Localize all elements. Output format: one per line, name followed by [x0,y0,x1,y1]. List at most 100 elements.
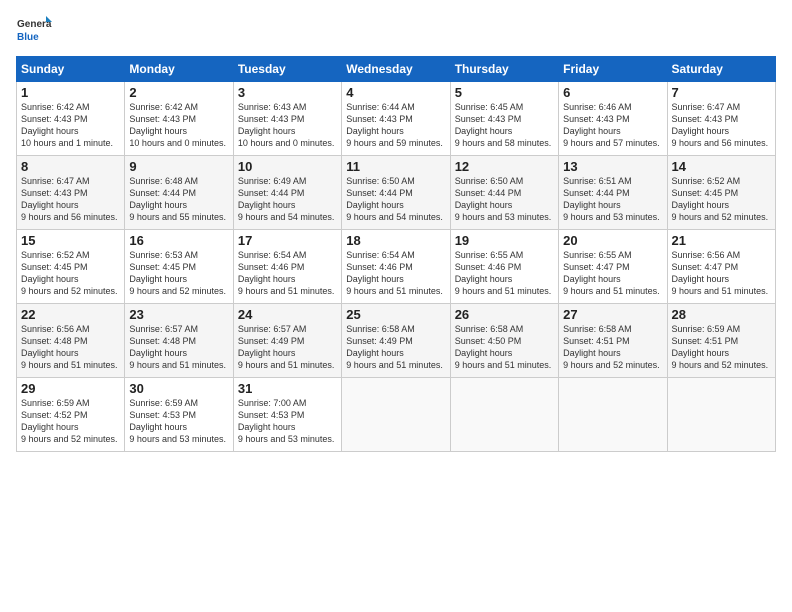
day-cell-5: 5 Sunrise: 6:45 AMSunset: 4:43 PMDayligh… [450,82,558,156]
day-cell-6: 6 Sunrise: 6:46 AMSunset: 4:43 PMDayligh… [559,82,667,156]
day-number: 23 [129,307,228,322]
day-cell-15: 15 Sunrise: 6:52 AMSunset: 4:45 PMDaylig… [17,230,125,304]
day-number: 26 [455,307,554,322]
cell-details: Sunrise: 6:50 AMSunset: 4:44 PMDaylight … [455,176,552,222]
cell-details: Sunrise: 6:46 AMSunset: 4:43 PMDaylight … [563,102,660,148]
day-cell-27: 27 Sunrise: 6:58 AMSunset: 4:51 PMDaylig… [559,304,667,378]
day-cell-10: 10 Sunrise: 6:49 AMSunset: 4:44 PMDaylig… [233,156,341,230]
day-number: 5 [455,85,554,100]
day-cell-24: 24 Sunrise: 6:57 AMSunset: 4:49 PMDaylig… [233,304,341,378]
calendar-page: General Blue SundayMondayTuesdayWednesda… [0,0,792,612]
day-cell-30: 30 Sunrise: 6:59 AMSunset: 4:53 PMDaylig… [125,378,233,452]
calendar-table: SundayMondayTuesdayWednesdayThursdayFrid… [16,56,776,452]
day-number: 9 [129,159,228,174]
day-header-monday: Monday [125,57,233,82]
day-cell-25: 25 Sunrise: 6:58 AMSunset: 4:49 PMDaylig… [342,304,450,378]
day-number: 13 [563,159,662,174]
day-cell-23: 23 Sunrise: 6:57 AMSunset: 4:48 PMDaylig… [125,304,233,378]
day-number: 22 [21,307,120,322]
day-cell-14: 14 Sunrise: 6:52 AMSunset: 4:45 PMDaylig… [667,156,775,230]
week-row-5: 29 Sunrise: 6:59 AMSunset: 4:52 PMDaylig… [17,378,776,452]
day-number: 14 [672,159,771,174]
day-cell-7: 7 Sunrise: 6:47 AMSunset: 4:43 PMDayligh… [667,82,775,156]
cell-details: Sunrise: 6:45 AMSunset: 4:43 PMDaylight … [455,102,552,148]
day-number: 1 [21,85,120,100]
header-row: SundayMondayTuesdayWednesdayThursdayFrid… [17,57,776,82]
day-number: 21 [672,233,771,248]
empty-cell [559,378,667,452]
day-cell-17: 17 Sunrise: 6:54 AMSunset: 4:46 PMDaylig… [233,230,341,304]
day-cell-22: 22 Sunrise: 6:56 AMSunset: 4:48 PMDaylig… [17,304,125,378]
svg-text:Blue: Blue [17,32,39,43]
day-cell-18: 18 Sunrise: 6:54 AMSunset: 4:46 PMDaylig… [342,230,450,304]
day-header-friday: Friday [559,57,667,82]
day-cell-28: 28 Sunrise: 6:59 AMSunset: 4:51 PMDaylig… [667,304,775,378]
week-row-4: 22 Sunrise: 6:56 AMSunset: 4:48 PMDaylig… [17,304,776,378]
empty-cell [667,378,775,452]
day-number: 25 [346,307,445,322]
day-number: 7 [672,85,771,100]
empty-cell [342,378,450,452]
cell-details: Sunrise: 6:54 AMSunset: 4:46 PMDaylight … [346,250,443,296]
day-number: 19 [455,233,554,248]
cell-details: Sunrise: 6:51 AMSunset: 4:44 PMDaylight … [563,176,660,222]
cell-details: Sunrise: 6:59 AMSunset: 4:51 PMDaylight … [672,324,769,370]
cell-details: Sunrise: 6:52 AMSunset: 4:45 PMDaylight … [672,176,769,222]
cell-details: Sunrise: 6:56 AMSunset: 4:48 PMDaylight … [21,324,118,370]
day-number: 3 [238,85,337,100]
day-cell-29: 29 Sunrise: 6:59 AMSunset: 4:52 PMDaylig… [17,378,125,452]
day-header-saturday: Saturday [667,57,775,82]
day-cell-20: 20 Sunrise: 6:55 AMSunset: 4:47 PMDaylig… [559,230,667,304]
week-row-1: 1 Sunrise: 6:42 AMSunset: 4:43 PMDayligh… [17,82,776,156]
cell-details: Sunrise: 6:57 AMSunset: 4:49 PMDaylight … [238,324,335,370]
header: General Blue [16,12,776,48]
day-number: 15 [21,233,120,248]
cell-details: Sunrise: 6:42 AMSunset: 4:43 PMDaylight … [129,102,226,148]
day-cell-16: 16 Sunrise: 6:53 AMSunset: 4:45 PMDaylig… [125,230,233,304]
cell-details: Sunrise: 6:50 AMSunset: 4:44 PMDaylight … [346,176,443,222]
cell-details: Sunrise: 6:55 AMSunset: 4:47 PMDaylight … [563,250,660,296]
day-number: 8 [21,159,120,174]
day-number: 16 [129,233,228,248]
week-row-3: 15 Sunrise: 6:52 AMSunset: 4:45 PMDaylig… [17,230,776,304]
cell-details: Sunrise: 6:59 AMSunset: 4:53 PMDaylight … [129,398,226,444]
cell-details: Sunrise: 6:54 AMSunset: 4:46 PMDaylight … [238,250,335,296]
cell-details: Sunrise: 6:47 AMSunset: 4:43 PMDaylight … [672,102,769,148]
cell-details: Sunrise: 6:56 AMSunset: 4:47 PMDaylight … [672,250,769,296]
cell-details: Sunrise: 6:43 AMSunset: 4:43 PMDaylight … [238,102,335,148]
day-number: 4 [346,85,445,100]
cell-details: Sunrise: 6:52 AMSunset: 4:45 PMDaylight … [21,250,118,296]
cell-details: Sunrise: 6:44 AMSunset: 4:43 PMDaylight … [346,102,443,148]
day-cell-8: 8 Sunrise: 6:47 AMSunset: 4:43 PMDayligh… [17,156,125,230]
day-number: 10 [238,159,337,174]
cell-details: Sunrise: 6:58 AMSunset: 4:50 PMDaylight … [455,324,552,370]
cell-details: Sunrise: 6:47 AMSunset: 4:43 PMDaylight … [21,176,118,222]
day-number: 18 [346,233,445,248]
day-cell-31: 31 Sunrise: 7:00 AMSunset: 4:53 PMDaylig… [233,378,341,452]
cell-details: Sunrise: 6:57 AMSunset: 4:48 PMDaylight … [129,324,226,370]
cell-details: Sunrise: 6:42 AMSunset: 4:43 PMDaylight … [21,102,113,148]
empty-cell [450,378,558,452]
day-number: 2 [129,85,228,100]
cell-details: Sunrise: 6:49 AMSunset: 4:44 PMDaylight … [238,176,335,222]
day-number: 12 [455,159,554,174]
day-number: 29 [21,381,120,396]
logo: General Blue [16,12,52,48]
day-cell-13: 13 Sunrise: 6:51 AMSunset: 4:44 PMDaylig… [559,156,667,230]
day-number: 31 [238,381,337,396]
day-number: 30 [129,381,228,396]
day-cell-11: 11 Sunrise: 6:50 AMSunset: 4:44 PMDaylig… [342,156,450,230]
week-row-2: 8 Sunrise: 6:47 AMSunset: 4:43 PMDayligh… [17,156,776,230]
day-cell-21: 21 Sunrise: 6:56 AMSunset: 4:47 PMDaylig… [667,230,775,304]
day-number: 28 [672,307,771,322]
day-cell-26: 26 Sunrise: 6:58 AMSunset: 4:50 PMDaylig… [450,304,558,378]
day-header-thursday: Thursday [450,57,558,82]
day-cell-1: 1 Sunrise: 6:42 AMSunset: 4:43 PMDayligh… [17,82,125,156]
cell-details: Sunrise: 6:48 AMSunset: 4:44 PMDaylight … [129,176,226,222]
logo-graphic: General Blue [16,12,52,48]
day-cell-9: 9 Sunrise: 6:48 AMSunset: 4:44 PMDayligh… [125,156,233,230]
day-header-sunday: Sunday [17,57,125,82]
cell-details: Sunrise: 6:55 AMSunset: 4:46 PMDaylight … [455,250,552,296]
day-cell-19: 19 Sunrise: 6:55 AMSunset: 4:46 PMDaylig… [450,230,558,304]
cell-details: Sunrise: 6:53 AMSunset: 4:45 PMDaylight … [129,250,226,296]
